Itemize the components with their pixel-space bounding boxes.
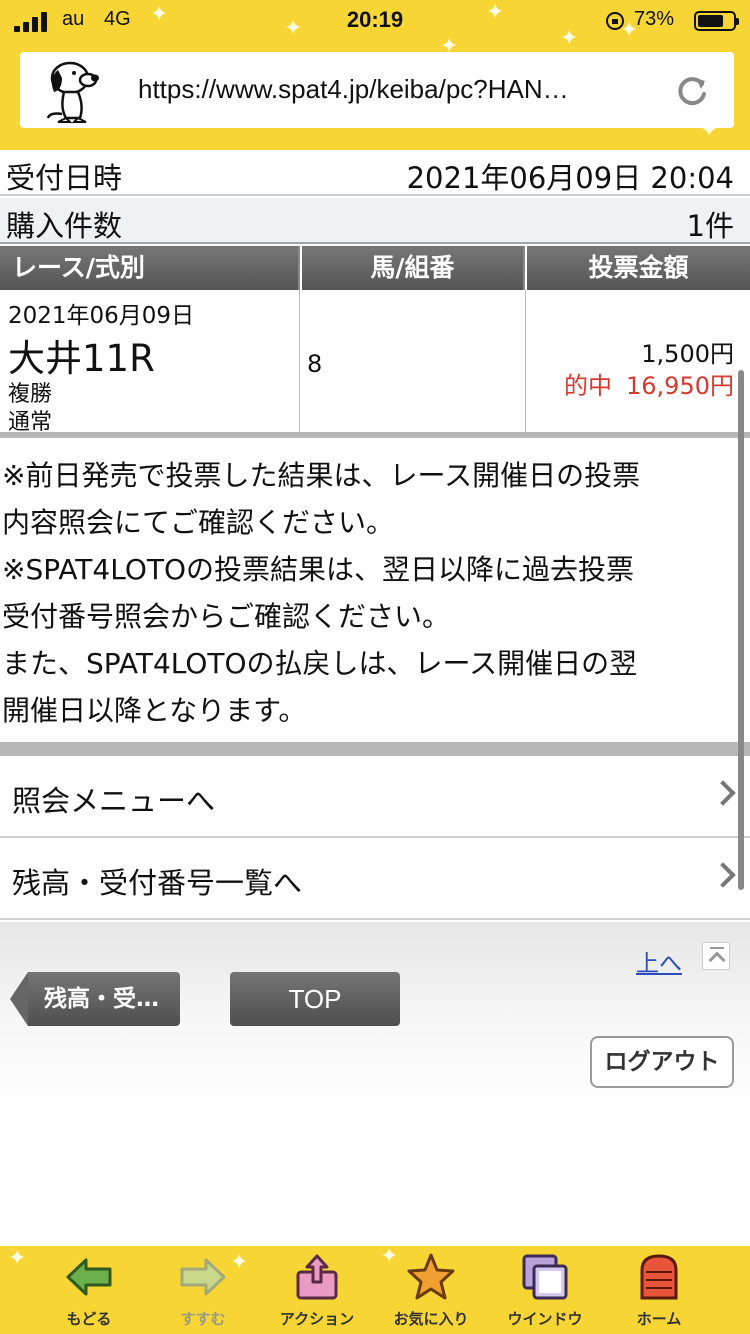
race-date: 2021年06月09日 <box>8 303 195 329</box>
toolbar-home-label: ホーム <box>636 1310 682 1328</box>
hit-label: 的中 <box>564 372 613 400</box>
battery-percent: 73% <box>634 8 675 30</box>
to-top-icon[interactable] <box>702 942 730 970</box>
column-header-race: レース/式別 <box>0 246 300 290</box>
arrow-right-icon <box>180 1258 226 1296</box>
windows-icon <box>522 1254 568 1300</box>
url-text[interactable]: https://www.spat4.jp/keiba/pc?HAN… <box>138 74 658 105</box>
receipt-datetime-label: 受付日時 <box>6 161 123 195</box>
toolbar-window-button[interactable]: ウインドウ <box>490 1246 600 1334</box>
notice-line: 受付番号照会からご確認ください。 <box>2 600 451 633</box>
share-icon <box>296 1254 338 1300</box>
horse-number: 8 <box>307 350 323 378</box>
top-button[interactable]: TOP <box>230 972 400 1026</box>
bet-amount: 1,500円 <box>641 340 734 368</box>
reload-icon[interactable] <box>674 72 710 108</box>
toolbar-home-button[interactable]: ホーム <box>604 1246 714 1334</box>
notice-line: 開催日以降となります。 <box>2 694 307 727</box>
toolbar-action-button[interactable]: アクション <box>262 1246 372 1334</box>
amount-cell: 1,500円 的中 16,950円 <box>526 290 750 432</box>
beagle-dog-icon <box>46 61 99 123</box>
race-cell: 2021年06月09日 大井11R 複勝 通常 <box>0 290 300 435</box>
receipt-datetime-value: 2021年06月09日 20:04 <box>406 161 734 195</box>
payout-amount: 16,950円 <box>626 372 734 400</box>
star-icon <box>407 1253 455 1300</box>
notice-line: 内容照会にてご確認ください。 <box>2 506 395 539</box>
back-to-balance-button[interactable]: 残高・受… <box>10 972 180 1026</box>
battery-level-fill <box>698 15 723 27</box>
payout-line: 的中 16,950円 <box>564 366 734 401</box>
toolbar-back-label: もどる <box>66 1310 112 1328</box>
receipt-datetime-row: 受付日時 2021年06月09日 20:04 <box>0 150 750 196</box>
navigation-menu: 照会メニューへ 残高・受付番号一覧へ <box>0 742 750 920</box>
browser-top-chrome: ✦ ✦ ✦ ✦ ✦ ✦ ✦ au 4G 20:19 73% https://ww… <box>0 0 750 150</box>
purchase-count-value: 1件 <box>686 209 734 243</box>
toolbar-forward-button[interactable]: すすむ <box>148 1246 258 1334</box>
purchase-count-label: 購入件数 <box>6 209 123 243</box>
menu-item-balance-list[interactable]: 残高・受付番号一覧へ <box>0 838 750 920</box>
column-header-horse: 馬/組番 <box>302 246 525 290</box>
toolbar-window-label: ウインドウ <box>507 1310 583 1328</box>
notice-line: また、SPAT4LOTOの払戻しは、レース開催日の翌 <box>2 647 638 680</box>
toolbar-back-button[interactable]: もどる <box>34 1246 144 1334</box>
battery-icon <box>694 11 739 31</box>
to-top-link[interactable]: 上へ <box>636 944 682 978</box>
notice-text: ※前日発売で投票した結果は、レース開催日の投票 内容照会にてご確認ください。 ※… <box>0 452 740 734</box>
toolbar-action-label: アクション <box>279 1310 355 1328</box>
bet-table: レース/式別 馬/組番 投票金額 2021年06月09日 大井11R 複勝 通常… <box>0 246 750 438</box>
toolbar-forward-label: すすむ <box>180 1310 226 1328</box>
page-footer: 上へ 残高・受… TOP ログアウト <box>0 922 750 1246</box>
rotation-lock-icon <box>606 12 624 30</box>
home-doghouse-icon <box>640 1254 678 1300</box>
toolbar-favorites-button[interactable]: お気に入り <box>376 1246 486 1334</box>
race-name: 大井11R <box>8 337 155 380</box>
horse-cell: 8 <box>301 290 526 432</box>
bet-mode: 通常 <box>8 410 53 435</box>
purchase-count-row: 購入件数 1件 <box>0 198 750 244</box>
arrow-left-icon <box>66 1258 112 1296</box>
browser-toolbar: ✦ ✦ ✦ もどる すすむ アクション お気に入り ウインドウ ホーム <box>0 1246 750 1334</box>
column-header-amount: 投票金額 <box>527 246 750 290</box>
menu-item-inquiry[interactable]: 照会メニューへ <box>0 756 750 838</box>
chevron-right-icon <box>710 862 736 888</box>
notice-line: ※前日発売で投票した結果は、レース開催日の投票 <box>2 459 641 492</box>
notice-line: ※SPAT4LOTOの投票結果は、翌日以降に過去投票 <box>2 553 635 586</box>
chevron-right-icon <box>710 780 736 806</box>
menu-item-label: 照会メニューへ <box>12 784 216 818</box>
sparkle-decoration: ✦ <box>8 1246 27 1271</box>
address-bar[interactable]: https://www.spat4.jp/keiba/pc?HAN… <box>20 52 734 128</box>
toolbar-favorites-label: お気に入り <box>393 1310 469 1328</box>
logout-button[interactable]: ログアウト <box>590 1036 734 1088</box>
menu-item-label: 残高・受付番号一覧へ <box>12 866 303 900</box>
status-bar: au 4G 20:19 73% <box>0 0 750 44</box>
page-scrollbar[interactable] <box>738 370 744 890</box>
